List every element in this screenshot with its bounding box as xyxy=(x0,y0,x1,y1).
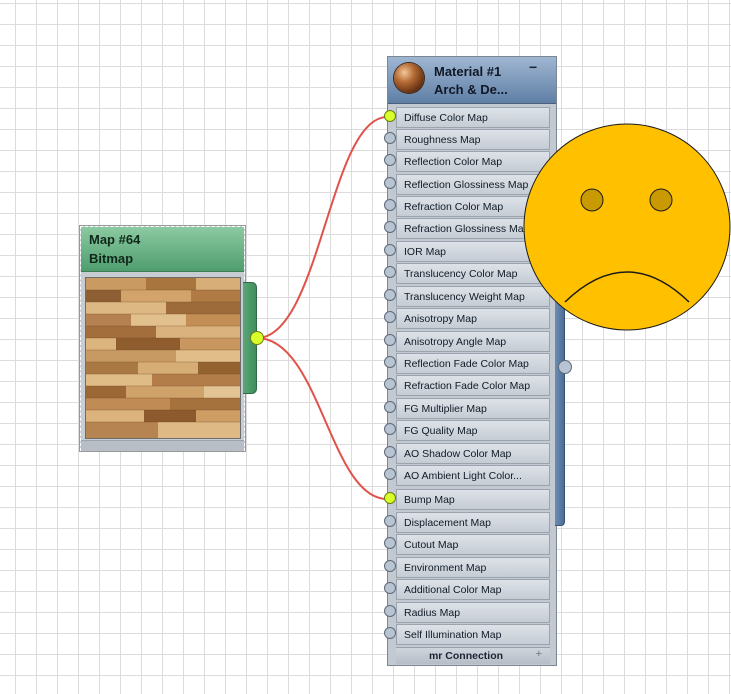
slot-label: Environment Map xyxy=(404,562,487,574)
input-socket[interactable] xyxy=(384,154,396,166)
input-socket[interactable] xyxy=(384,244,396,256)
slot-label: Refraction Glossiness Map xyxy=(404,223,530,235)
slot-label: Additional Color Map xyxy=(404,584,502,596)
input-socket[interactable] xyxy=(384,266,396,278)
slot-radius-map[interactable]: Radius Map xyxy=(384,602,550,623)
slot-ao-shadow-color-map[interactable]: AO Shadow Color Map xyxy=(384,443,550,464)
slot-anisotropy-angle-map[interactable]: Anisotropy Angle Map xyxy=(384,331,550,352)
slot-label: Refraction Fade Color Map xyxy=(404,380,531,392)
input-socket[interactable] xyxy=(384,311,396,323)
input-socket[interactable] xyxy=(384,446,396,458)
slot-label: FG Multiplier Map xyxy=(404,403,487,415)
mr-connection-label: mr Connection xyxy=(428,650,504,662)
collapse-icon[interactable]: − xyxy=(529,59,537,75)
input-socket[interactable] xyxy=(384,199,396,211)
material-node-subtitle: Arch & De... xyxy=(434,82,508,97)
mr-connection-rollout[interactable]: mr Connection + xyxy=(396,647,550,664)
input-socket[interactable] xyxy=(384,289,396,301)
input-socket[interactable] xyxy=(384,110,396,122)
material-node-header[interactable]: Material #1 Arch & De... − xyxy=(388,57,556,104)
slot-label: Anisotropy Angle Map xyxy=(404,336,507,348)
slot-label: Self Illumination Map xyxy=(404,629,502,641)
input-socket[interactable] xyxy=(384,537,396,549)
input-socket[interactable] xyxy=(384,627,396,639)
input-socket[interactable] xyxy=(384,605,396,617)
slot-label: AO Shadow Color Map xyxy=(404,448,512,460)
wire-diffuse[interactable] xyxy=(256,116,388,339)
input-socket[interactable] xyxy=(384,492,396,504)
input-socket[interactable] xyxy=(384,401,396,413)
slot-label: Anisotropy Map xyxy=(404,313,477,325)
slot-fg-quality-map[interactable]: FG Quality Map xyxy=(384,420,550,441)
wire-bump[interactable] xyxy=(256,337,388,500)
slot-label: Diffuse Color Map xyxy=(404,112,488,124)
input-socket[interactable] xyxy=(384,423,396,435)
slot-label: Cutout Map xyxy=(404,539,459,551)
slot-displacement-map[interactable]: Displacement Map xyxy=(384,512,550,533)
slot-ao-ambient-light-color[interactable]: AO Ambient Light Color... xyxy=(384,465,550,486)
slot-label: Translucency Weight Map xyxy=(404,291,525,303)
input-socket[interactable] xyxy=(384,221,396,233)
slot-reflection-fade-color-map[interactable]: Reflection Fade Color Map xyxy=(384,353,550,374)
input-socket[interactable] xyxy=(384,378,396,390)
sad-face-icon xyxy=(523,123,731,331)
slot-label: Translucency Color Map xyxy=(404,268,518,280)
wood-texture-thumbnail xyxy=(85,277,241,439)
slot-label: Displacement Map xyxy=(404,517,491,529)
input-socket[interactable] xyxy=(384,560,396,572)
slot-bump-map[interactable]: Bump Map xyxy=(384,489,550,510)
input-socket[interactable] xyxy=(384,334,396,346)
material-node-title: Material #1 xyxy=(434,64,502,79)
plus-icon[interactable]: + xyxy=(536,648,542,660)
slot-fg-multiplier-map[interactable]: FG Multiplier Map xyxy=(384,398,550,419)
slot-label: AO Ambient Light Color... xyxy=(404,470,522,482)
slot-label: Refraction Color Map xyxy=(404,201,504,213)
slot-environment-map[interactable]: Environment Map xyxy=(384,557,550,578)
slot-label: Radius Map xyxy=(404,607,461,619)
input-socket[interactable] xyxy=(384,582,396,594)
bitmap-node-subtitle: Bitmap xyxy=(89,251,134,266)
slot-label: Reflection Glossiness Map xyxy=(404,179,529,191)
material-output-socket[interactable] xyxy=(558,360,572,374)
input-socket[interactable] xyxy=(384,132,396,144)
input-socket[interactable] xyxy=(384,356,396,368)
slot-label: Bump Map xyxy=(404,494,455,506)
slot-label: Reflection Color Map xyxy=(404,156,503,168)
bitmap-node-title: Map #64 xyxy=(89,232,141,247)
slot-label: Roughness Map xyxy=(404,134,481,146)
bitmap-node-resize-bar[interactable] xyxy=(81,440,244,451)
slot-self-illumination-map[interactable]: Self Illumination Map xyxy=(384,624,550,645)
material-preview-sphere-icon xyxy=(394,63,424,93)
slot-refraction-fade-color-map[interactable]: Refraction Fade Color Map xyxy=(384,375,550,396)
slot-label: IOR Map xyxy=(404,246,447,258)
bitmap-output-socket[interactable] xyxy=(250,331,264,345)
slot-cutout-map[interactable]: Cutout Map xyxy=(384,534,550,555)
input-socket[interactable] xyxy=(384,177,396,189)
bitmap-node[interactable]: Map #64 Bitmap xyxy=(80,226,245,451)
input-socket[interactable] xyxy=(384,515,396,527)
bitmap-node-header[interactable]: Map #64 Bitmap xyxy=(81,227,244,272)
slot-label: Reflection Fade Color Map xyxy=(404,358,529,370)
slot-additional-color-map[interactable]: Additional Color Map xyxy=(384,579,550,600)
slot-label: FG Quality Map xyxy=(404,425,478,437)
input-socket[interactable] xyxy=(384,468,396,480)
